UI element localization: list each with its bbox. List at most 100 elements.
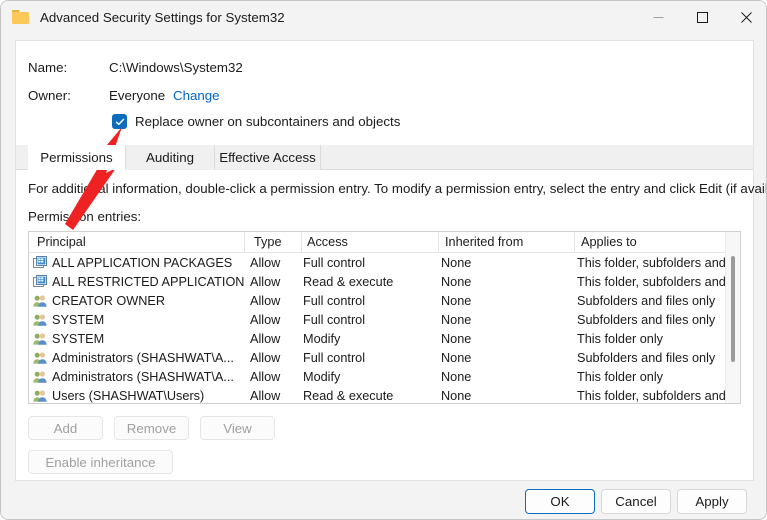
apply-button[interactable]: Apply: [677, 489, 747, 514]
remove-button[interactable]: Remove: [114, 416, 189, 440]
add-button[interactable]: Add: [28, 416, 103, 440]
app-package-icon: [33, 255, 47, 270]
column-header-principal[interactable]: Principal: [33, 232, 245, 252]
cell-applies-to: This folder only: [577, 369, 664, 384]
cell-type: Allow: [250, 350, 281, 365]
cell-access: Modify: [303, 369, 341, 384]
folder-icon: [12, 9, 30, 25]
tab-permissions-label: Permissions: [40, 149, 113, 165]
cell-applies-to: This folder, subfolders and files: [577, 255, 737, 270]
window-controls: [636, 1, 766, 33]
replace-owner-checkbox[interactable]: [112, 114, 127, 129]
cell-applies-to: This folder, subfolders and files: [577, 274, 737, 289]
content-panel: Name: C:\Windows\System32 Owner: Everyon…: [15, 40, 766, 481]
cell-principal: SYSTEM: [33, 310, 245, 329]
app-package-icon: [33, 274, 47, 289]
principal-text: SYSTEM: [52, 312, 105, 327]
replace-owner-row: Replace owner on subcontainers and objec…: [112, 114, 400, 129]
cancel-button[interactable]: Cancel: [601, 489, 671, 514]
cell-principal: ALL RESTRICTED APPLICATION...: [33, 272, 245, 291]
cell-access: Full control: [303, 312, 366, 327]
cell-inherited-from: None: [441, 274, 472, 289]
close-button[interactable]: [724, 1, 766, 33]
scrollbar-thumb[interactable]: [731, 256, 735, 362]
user-group-icon: [33, 389, 47, 403]
cell-inherited-from: None: [441, 293, 472, 308]
cell-access: Full control: [303, 255, 366, 270]
column-header-inherited-from[interactable]: Inherited from: [441, 232, 575, 252]
principal-text: Administrators (SHASHWAT\A...: [52, 350, 234, 365]
table-row[interactable]: SYSTEM Allow Modify None This folder only: [29, 329, 740, 348]
cell-inherited-from: None: [441, 369, 472, 384]
tab-effective-access[interactable]: Effective Access: [215, 145, 321, 170]
cell-principal: Administrators (SHASHWAT\A...: [33, 348, 245, 367]
column-header-applies-to[interactable]: Applies to: [577, 232, 737, 252]
tab-strip: Permissions Auditing Effective Access: [16, 145, 753, 170]
principal-text: Users (SHASHWAT\Users): [52, 388, 205, 403]
user-group-icon: [33, 370, 47, 384]
table-row[interactable]: Administrators (SHASHWAT\A... Allow Modify…: [29, 367, 740, 386]
cell-applies-to: Subfolders and files only: [577, 350, 716, 365]
table-body: ALL APPLICATION PACKAGES Allow Full contro…: [29, 253, 740, 403]
cell-principal: Administrators (SHASHWAT\A...: [33, 367, 245, 386]
column-header-access[interactable]: Access: [303, 232, 439, 252]
tab-effective-access-label: Effective Access: [219, 150, 316, 165]
cell-applies-to: This folder only: [577, 331, 664, 346]
cell-type: Allow: [250, 388, 281, 403]
cell-applies-to: Subfolders and files only: [577, 293, 716, 308]
table-row[interactable]: ALL RESTRICTED APPLICATION... Allow Read &…: [29, 272, 740, 291]
principal-text: SYSTEM: [52, 331, 105, 346]
cell-inherited-from: None: [441, 312, 472, 327]
cell-type: Allow: [250, 312, 281, 327]
principal-text: Administrators (SHASHWAT\A...: [52, 369, 234, 384]
maximize-button[interactable]: [680, 1, 724, 33]
minimize-button[interactable]: [636, 1, 680, 33]
cell-principal: SYSTEM: [33, 329, 245, 348]
owner-value: Everyone: [109, 88, 166, 103]
cell-type: Allow: [250, 369, 281, 384]
tab-auditing[interactable]: Auditing: [126, 145, 215, 170]
cell-type: Allow: [250, 255, 281, 270]
tab-auditing-label: Auditing: [145, 150, 195, 165]
name-value: C:\Windows\System32: [109, 60, 243, 75]
cell-applies-to: Subfolders and files only: [577, 312, 716, 327]
cell-access: Read & execute: [303, 388, 394, 403]
table-row[interactable]: Administrators (SHASHWAT\A... Allow Full c…: [29, 348, 740, 367]
replace-owner-label: Replace owner on subcontainers and objec…: [135, 114, 401, 129]
cell-inherited-from: None: [441, 388, 472, 403]
permission-entries-list: Principal Type Access Inherited from App…: [28, 231, 741, 404]
user-group-icon: [33, 332, 47, 346]
dialog-footer: OK Cancel Apply: [1, 481, 766, 519]
owner-label: Owner:: [28, 88, 71, 103]
cell-type: Allow: [250, 331, 281, 346]
cell-access: Full control: [303, 350, 366, 365]
cell-type: Allow: [250, 293, 281, 308]
cell-principal: CREATOR OWNER: [33, 291, 245, 310]
ok-button[interactable]: OK: [525, 489, 595, 514]
change-owner-link[interactable]: Change: [173, 88, 220, 103]
enable-inheritance-button[interactable]: Enable inheritance: [28, 450, 173, 474]
name-label: Name:: [28, 60, 68, 75]
instruction-text: For additional information, double-click…: [28, 181, 767, 196]
table-row[interactable]: SYSTEM Allow Full control None Subfolders an…: [29, 310, 740, 329]
window-title: Advanced Security Settings for System32: [40, 9, 285, 25]
cell-access: Full control: [303, 293, 366, 308]
cell-access: Read & execute: [303, 274, 394, 289]
table-row[interactable]: ALL APPLICATION PACKAGES Allow Full contro…: [29, 253, 740, 272]
list-scrollbar[interactable]: [725, 232, 740, 403]
cell-access: Modify: [303, 331, 341, 346]
advanced-security-settings-window: Advanced Security Settings for System32 …: [0, 0, 767, 520]
table-row[interactable]: Users (SHASHWAT\Users) Allow Read & execut…: [29, 386, 740, 403]
table-row[interactable]: CREATOR OWNER Allow Full control None Subfol…: [29, 291, 740, 310]
cell-principal: ALL APPLICATION PACKAGES: [33, 253, 245, 272]
cell-principal: Users (SHASHWAT\Users): [33, 386, 245, 403]
tab-permissions[interactable]: Permissions: [28, 145, 126, 170]
cell-applies-to: This folder, subfolders and files: [577, 388, 737, 403]
principal-text: ALL APPLICATION PACKAGES: [52, 255, 233, 270]
principal-text: ALL RESTRICTED APPLICATION...: [52, 274, 245, 289]
cell-inherited-from: None: [441, 255, 472, 270]
cell-inherited-from: None: [441, 350, 472, 365]
view-button[interactable]: View: [200, 416, 275, 440]
column-header-type[interactable]: Type: [250, 232, 302, 252]
user-group-icon: [33, 313, 47, 327]
